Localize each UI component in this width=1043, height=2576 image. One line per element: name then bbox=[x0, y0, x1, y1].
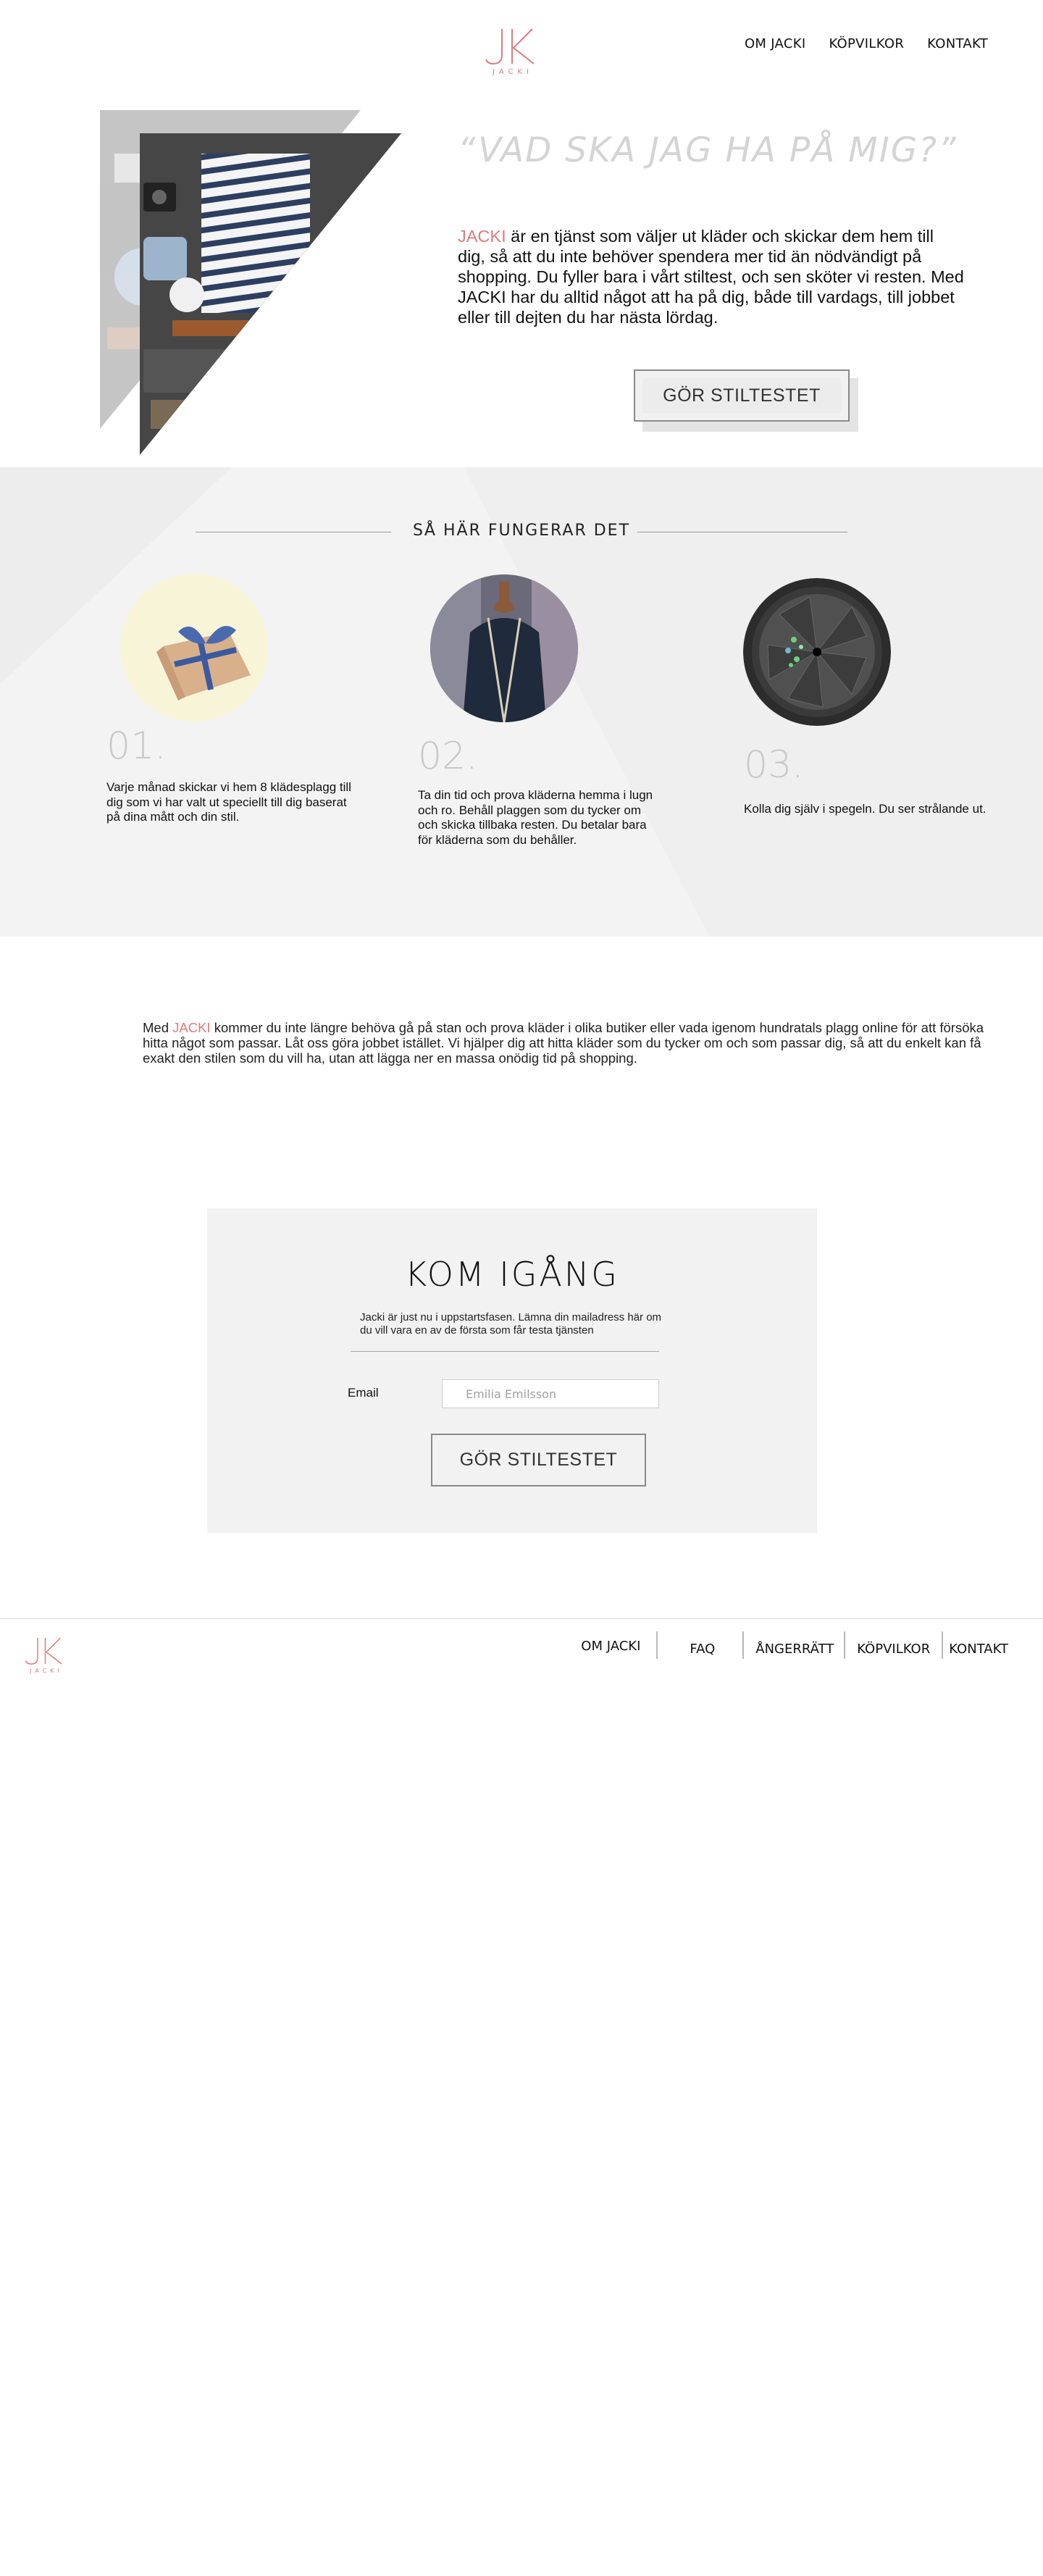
jk-monogram-icon bbox=[25, 1637, 62, 1665]
email-label: Email bbox=[348, 1386, 379, 1400]
signup-description: Jacki är just nu i uppstartsfasen. Lämna… bbox=[360, 1311, 662, 1337]
footer-nav: OM JACKI FAQ ÅNGERRÄTT KÖPVILKOR KONTAKT bbox=[581, 1631, 1008, 1664]
footer-nav-kopvilkor[interactable]: KÖPVILKOR bbox=[857, 1631, 930, 1664]
footer-nav-kontakt[interactable]: KONTAKT bbox=[949, 1631, 1008, 1664]
how-title: SÅ HÄR FUNGERAR DET bbox=[412, 522, 631, 540]
main-nav: OM JACKI KÖPVILKOR KONTAKT bbox=[745, 36, 988, 51]
step-2-text: Ta din tid och prova kläderna hemma i lu… bbox=[418, 788, 653, 847]
step-1-number: 01. bbox=[106, 724, 167, 768]
footer-logo-wordmark: JACKI bbox=[30, 1668, 63, 1674]
intro-brand: JACKI bbox=[172, 1020, 211, 1035]
hero-description: JACKI är en tjänst som väljer ut kläder … bbox=[458, 226, 965, 327]
footer-nav-separator bbox=[942, 1631, 944, 1659]
footer-logo[interactable]: JACKI bbox=[19, 1636, 70, 1679]
intro-text: kommer du inte längre behöva gå på stan … bbox=[143, 1020, 984, 1066]
step-3-number: 03. bbox=[744, 743, 804, 787]
hero-cta: GÖR STILTESTET bbox=[634, 369, 858, 432]
email-field[interactable] bbox=[442, 1379, 659, 1408]
step-2-image bbox=[430, 574, 578, 722]
jk-monogram-icon bbox=[485, 28, 535, 65]
footer-nav-angerratt[interactable]: ÅNGERRÄTT bbox=[755, 1631, 834, 1664]
footer-nav-faq[interactable]: FAQ bbox=[690, 1631, 715, 1664]
step-1-text: Varje månad skickar vi hem 8 klädesplagg… bbox=[106, 780, 351, 824]
nav-kontakt[interactable]: KONTAKT bbox=[927, 36, 988, 51]
step-1-image bbox=[120, 574, 268, 722]
nav-om-jacki[interactable]: OM JACKI bbox=[745, 36, 806, 51]
hero-quote: “VAD SKA JAG HA PÅ MIG?” bbox=[458, 130, 958, 170]
nav-kopvilkor[interactable]: KÖPVILKOR bbox=[829, 36, 904, 51]
step-3-image bbox=[743, 578, 891, 726]
footer-divider bbox=[0, 1618, 1043, 1619]
step-2-number: 02. bbox=[418, 735, 478, 778]
hero-description-text: är en tjänst som väljer ut kläder och sk… bbox=[458, 227, 964, 327]
signup-button-label: GÖR STILTESTET bbox=[459, 1450, 618, 1470]
footer-nav-separator bbox=[656, 1631, 658, 1659]
step-3-text: Kolla dig själv i spegeln. Du ser stråla… bbox=[744, 802, 987, 816]
signup-divider bbox=[351, 1351, 659, 1352]
footer-nav-separator bbox=[742, 1631, 745, 1659]
hero-image bbox=[100, 110, 401, 455]
signup-title: KOM IGÅNG bbox=[405, 1255, 619, 1294]
intro-paragraph: Med JACKI kommer du inte längre behöva g… bbox=[143, 1020, 1005, 1066]
logo[interactable]: JACKI bbox=[480, 26, 541, 77]
hero-brand: JACKI bbox=[458, 227, 506, 246]
signup-stiltestet-button[interactable]: GÖR STILTESTET bbox=[431, 1434, 646, 1486]
logo-wordmark: JACKI bbox=[493, 68, 533, 76]
gor-stiltestet-label: GÖR STILTESTET bbox=[663, 385, 821, 406]
footer-nav-om-jacki[interactable]: OM JACKI bbox=[581, 1631, 640, 1664]
intro-pre: Med bbox=[143, 1020, 173, 1035]
footer-nav-separator bbox=[844, 1631, 846, 1659]
gor-stiltestet-button[interactable]: GÖR STILTESTET bbox=[634, 369, 850, 422]
